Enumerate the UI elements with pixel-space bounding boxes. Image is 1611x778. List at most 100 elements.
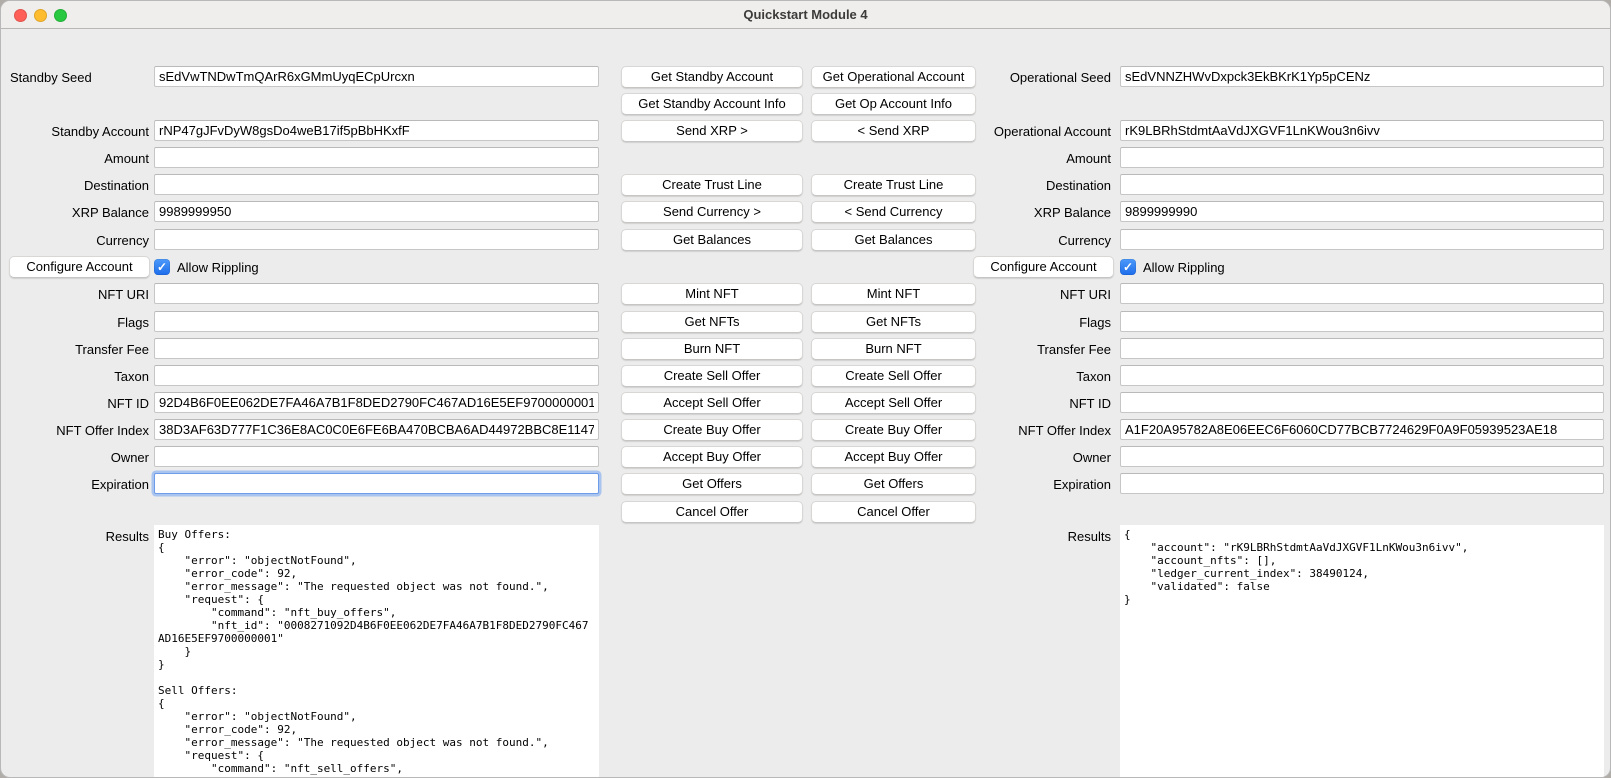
title-bar: Quickstart Module 4 — [1, 1, 1610, 29]
standby-flags-label: Flags — [7, 314, 149, 331]
op-get-balances-button[interactable]: Get Balances — [811, 229, 976, 251]
get-standby-account-button[interactable]: Get Standby Account — [621, 66, 803, 88]
standby-flags-input[interactable] — [154, 311, 599, 332]
op-nft-id-input[interactable] — [1120, 392, 1604, 413]
op-mint-nft-button[interactable]: Mint NFT — [811, 283, 976, 305]
op-xrp-balance-input[interactable] — [1120, 201, 1604, 222]
op-nft-offer-index-input[interactable] — [1120, 419, 1604, 440]
standby-account-label: Standby Account — [7, 123, 149, 140]
op-flags-input[interactable] — [1120, 311, 1604, 332]
operational-account-input[interactable] — [1120, 120, 1604, 141]
app-window: Quickstart Module 4 Standby Seed Standby… — [0, 0, 1611, 778]
standby-xrp-balance-label: XRP Balance — [7, 204, 149, 221]
main-content: Standby Seed Standby Account Amount Dest… — [1, 30, 1610, 777]
standby-create-sell-offer-button[interactable]: Create Sell Offer — [621, 365, 803, 387]
op-taxon-input[interactable] — [1120, 365, 1604, 386]
standby-seed-label: Standby Seed — [10, 69, 152, 86]
op-nft-uri-input[interactable] — [1120, 283, 1604, 304]
standby-expiration-input[interactable] — [154, 473, 599, 494]
op-nft-uri-label: NFT URI — [969, 286, 1111, 303]
op-accept-buy-offer-button[interactable]: Accept Buy Offer — [811, 446, 976, 468]
standby-account-input[interactable] — [154, 120, 599, 141]
op-owner-label: Owner — [969, 449, 1111, 466]
op-destination-label: Destination — [969, 177, 1111, 194]
op-nft-offer-index-label: NFT Offer Index — [969, 422, 1111, 439]
standby-burn-nft-button[interactable]: Burn NFT — [621, 338, 803, 360]
op-owner-input[interactable] — [1120, 446, 1604, 467]
standby-results-text[interactable]: Buy Offers: { "error": "objectNotFound",… — [154, 525, 599, 778]
standby-allow-rippling-label: Allow Rippling — [177, 259, 259, 276]
standby-destination-input[interactable] — [154, 174, 599, 195]
operational-seed-label: Operational Seed — [969, 69, 1111, 86]
send-currency-left-button[interactable]: < Send Currency — [811, 201, 976, 223]
op-results-content: { "account": "rK9LBRhStdmtAaVdJXGVF1LnKW… — [1120, 525, 1604, 609]
send-xrp-right-button[interactable]: Send XRP > — [621, 120, 803, 142]
op-expiration-label: Expiration — [969, 476, 1111, 493]
op-expiration-input[interactable] — [1120, 473, 1604, 494]
op-currency-label: Currency — [969, 232, 1111, 249]
standby-create-buy-offer-button[interactable]: Create Buy Offer — [621, 419, 803, 441]
op-accept-sell-offer-button[interactable]: Accept Sell Offer — [811, 392, 976, 414]
standby-get-balances-button[interactable]: Get Balances — [621, 229, 803, 251]
get-operational-account-button[interactable]: Get Operational Account — [811, 66, 976, 88]
op-allow-rippling-checkbox[interactable] — [1120, 259, 1136, 275]
standby-results-content: Buy Offers: { "error": "objectNotFound",… — [154, 525, 599, 778]
standby-taxon-input[interactable] — [154, 365, 599, 386]
op-destination-input[interactable] — [1120, 174, 1604, 195]
standby-taxon-label: Taxon — [7, 368, 149, 385]
standby-configure-account-button[interactable]: Configure Account — [9, 256, 150, 278]
get-standby-account-info-button[interactable]: Get Standby Account Info — [621, 93, 803, 115]
standby-nft-offer-index-label: NFT Offer Index — [7, 422, 149, 439]
standby-transfer-fee-label: Transfer Fee — [7, 341, 149, 358]
standby-get-offers-button[interactable]: Get Offers — [621, 473, 803, 495]
op-amount-label: Amount — [969, 150, 1111, 167]
standby-xrp-balance-input[interactable] — [154, 201, 599, 222]
standby-create-trust-line-button[interactable]: Create Trust Line — [621, 174, 803, 196]
op-taxon-label: Taxon — [969, 368, 1111, 385]
op-results-text[interactable]: { "account": "rK9LBRhStdmtAaVdJXGVF1LnKW… — [1120, 525, 1604, 778]
op-amount-input[interactable] — [1120, 147, 1604, 168]
op-create-trust-line-button[interactable]: Create Trust Line — [811, 174, 976, 196]
op-get-offers-button[interactable]: Get Offers — [811, 473, 976, 495]
standby-destination-label: Destination — [7, 177, 149, 194]
standby-nft-uri-input[interactable] — [154, 283, 599, 304]
get-op-account-info-button[interactable]: Get Op Account Info — [811, 93, 976, 115]
standby-seed-input[interactable] — [154, 66, 599, 87]
op-configure-account-button[interactable]: Configure Account — [973, 256, 1114, 278]
standby-nft-id-label: NFT ID — [7, 395, 149, 412]
standby-nft-uri-label: NFT URI — [7, 286, 149, 303]
op-burn-nft-button[interactable]: Burn NFT — [811, 338, 976, 360]
op-create-sell-offer-button[interactable]: Create Sell Offer — [811, 365, 976, 387]
standby-mint-nft-button[interactable]: Mint NFT — [621, 283, 803, 305]
standby-allow-rippling-checkbox[interactable] — [154, 259, 170, 275]
op-cancel-offer-button[interactable]: Cancel Offer — [811, 501, 976, 523]
window-title: Quickstart Module 4 — [1, 1, 1610, 29]
operational-seed-input[interactable] — [1120, 66, 1604, 87]
op-xrp-balance-label: XRP Balance — [969, 204, 1111, 221]
op-results-label: Results — [969, 528, 1111, 545]
standby-transfer-fee-input[interactable] — [154, 338, 599, 359]
standby-owner-input[interactable] — [154, 446, 599, 467]
standby-nft-id-input[interactable] — [154, 392, 599, 413]
standby-get-nfts-button[interactable]: Get NFTs — [621, 311, 803, 333]
send-currency-right-button[interactable]: Send Currency > — [621, 201, 803, 223]
standby-nft-offer-index-input[interactable] — [154, 419, 599, 440]
op-nft-id-label: NFT ID — [969, 395, 1111, 412]
op-get-nfts-button[interactable]: Get NFTs — [811, 311, 976, 333]
op-allow-rippling-label: Allow Rippling — [1143, 259, 1225, 276]
standby-expiration-label: Expiration — [7, 476, 149, 493]
standby-accept-buy-offer-button[interactable]: Accept Buy Offer — [621, 446, 803, 468]
op-create-buy-offer-button[interactable]: Create Buy Offer — [811, 419, 976, 441]
op-transfer-fee-input[interactable] — [1120, 338, 1604, 359]
standby-amount-label: Amount — [7, 150, 149, 167]
standby-currency-label: Currency — [7, 232, 149, 249]
operational-account-label: Operational Account — [969, 123, 1111, 140]
send-xrp-left-button[interactable]: < Send XRP — [811, 120, 976, 142]
standby-accept-sell-offer-button[interactable]: Accept Sell Offer — [621, 392, 803, 414]
standby-results-label: Results — [7, 528, 149, 545]
op-transfer-fee-label: Transfer Fee — [969, 341, 1111, 358]
standby-cancel-offer-button[interactable]: Cancel Offer — [621, 501, 803, 523]
op-currency-input[interactable] — [1120, 229, 1604, 250]
standby-currency-input[interactable] — [154, 229, 599, 250]
standby-amount-input[interactable] — [154, 147, 599, 168]
